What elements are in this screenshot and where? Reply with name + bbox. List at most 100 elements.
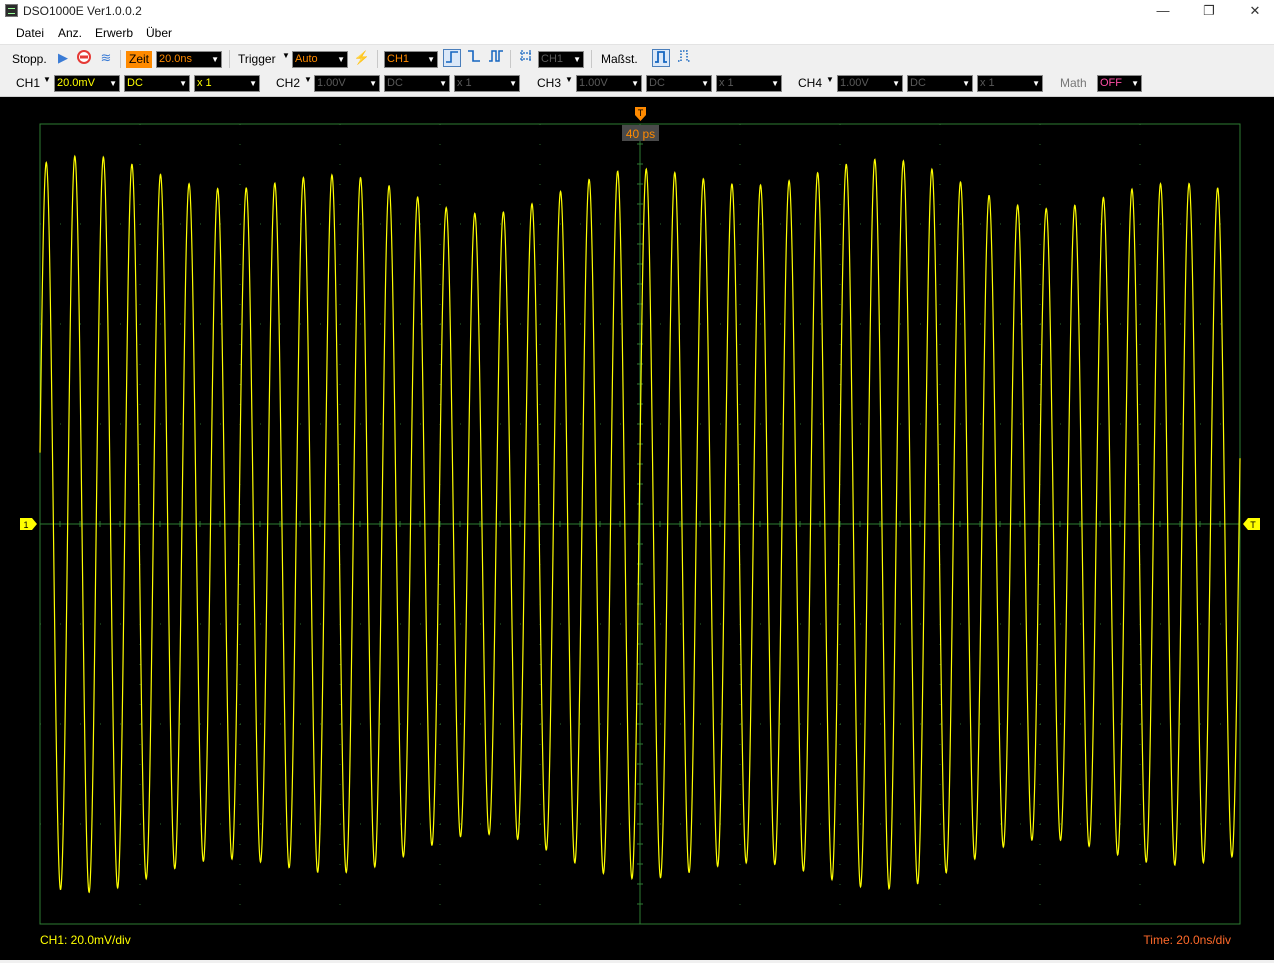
title-bar: DSO1000E Ver1.0.0.2 — ❐ ✕	[0, 0, 1274, 22]
trigger-level-marker[interactable]: T	[1243, 518, 1260, 530]
ch4-volts-select[interactable]: 1.00V ▼	[837, 75, 903, 92]
ch2-probe-select[interactable]: x 1 ▼	[454, 75, 520, 92]
chevron-down-icon: ▼	[179, 79, 187, 88]
chevron-down-icon: ▼	[427, 55, 435, 64]
trigger-offset-label: 40 ps	[626, 127, 655, 141]
math-state-select[interactable]: OFF ▼	[1097, 75, 1142, 92]
level-marker-glyph: T	[1250, 520, 1256, 530]
ch1-probe-value: x 1	[197, 77, 212, 89]
menu-datei[interactable]: Datei	[16, 26, 44, 40]
ch2-dropdown-icon[interactable]: ▼	[304, 75, 312, 84]
run-state-label: Stopp.	[12, 52, 47, 66]
scope-display[interactable]: T 40 ps 1 T CH1: 20.0mV/div Time: 20.0ns…	[0, 97, 1274, 960]
toolbar-divider	[510, 50, 511, 68]
menu-anz[interactable]: Anz.	[58, 26, 82, 40]
dots-measure-icon[interactable]	[675, 49, 693, 67]
ch1-volts-value: 20.0mV	[57, 77, 95, 89]
chevron-down-icon: ▼	[962, 79, 970, 88]
ch1-coupling-value: DC	[127, 77, 143, 89]
trigger-position-marker[interactable]: T	[635, 107, 646, 121]
waveform-icon[interactable]: ≋	[97, 49, 115, 67]
ch4-coupling-select[interactable]: DC ▼	[907, 75, 973, 92]
ch1-dropdown-icon[interactable]: ▼	[43, 75, 51, 84]
restore-button[interactable]: ❐	[1186, 0, 1232, 22]
ch3-probe-select[interactable]: x 1 ▼	[716, 75, 782, 92]
ch2-volts-value: 1.00V	[317, 77, 346, 89]
chevron-down-icon: ▼	[369, 79, 377, 88]
ch4-dropdown-icon[interactable]: ▼	[826, 75, 834, 84]
chevron-down-icon: ▼	[1131, 79, 1139, 88]
chevron-down-icon: ▼	[631, 79, 639, 88]
toolbar-divider	[591, 50, 592, 68]
cursor-channel-select[interactable]: CH1 ▼	[538, 51, 584, 68]
ch1-scale-readout: CH1: 20.0mV/div	[40, 933, 131, 947]
chevron-down-icon: ▼	[509, 79, 517, 88]
trigger-mode-select[interactable]: Auto ▼	[292, 51, 348, 68]
menu-bar: Datei Anz. Erwerb Über	[0, 22, 1274, 44]
chevron-down-icon: ▼	[892, 79, 900, 88]
chevron-down-icon: ▼	[109, 79, 117, 88]
chevron-down-icon: ▼	[573, 55, 581, 64]
channel-toolbar: CH1 ▼ 20.0mV ▼ DC ▼ x 1 ▼ CH2 ▼ 1.00V ▼ DC ▼ …	[0, 71, 1274, 97]
ch4-probe-select[interactable]: x 1 ▼	[977, 75, 1043, 92]
both-edges-icon[interactable]	[487, 49, 505, 67]
chevron-down-icon: ▼	[337, 55, 345, 64]
ch3-coupling-select[interactable]: DC ▼	[646, 75, 712, 92]
ch2-label: CH2	[276, 76, 301, 90]
measure-label: Maßst.	[601, 52, 638, 66]
ch4-coupling-value: DC	[910, 77, 926, 89]
toolbar-divider	[377, 50, 378, 68]
ch4-probe-value: x 1	[980, 77, 995, 89]
waveform-canvas: T 40 ps 1 T	[20, 107, 1260, 925]
ch3-probe-value: x 1	[719, 77, 734, 89]
ch1-probe-select[interactable]: x 1 ▼	[194, 75, 260, 92]
math-state-value: OFF	[1100, 77, 1122, 89]
force-trigger-icon[interactable]: ⚡	[353, 49, 371, 67]
pulse-measure-icon[interactable]	[652, 49, 670, 67]
cursor-icon[interactable]	[517, 49, 535, 67]
timebase-readout: Time: 20.0ns/div	[1143, 933, 1231, 947]
trigger-dropdown-icon[interactable]: ▼	[282, 51, 290, 60]
falling-edge-icon[interactable]	[465, 49, 483, 67]
chevron-down-icon: ▼	[439, 79, 447, 88]
rising-edge-icon[interactable]	[443, 49, 461, 67]
play-icon[interactable]: ▶	[54, 49, 72, 67]
minimize-button[interactable]: —	[1140, 0, 1186, 22]
chevron-down-icon: ▼	[1032, 79, 1040, 88]
ch1-volts-select[interactable]: 20.0mV ▼	[54, 75, 120, 92]
chevron-down-icon: ▼	[211, 55, 219, 64]
ch1-marker-glyph: 1	[23, 520, 28, 530]
toolbar-divider	[229, 50, 230, 68]
chevron-down-icon: ▼	[249, 79, 257, 88]
ch2-coupling-select[interactable]: DC ▼	[384, 75, 450, 92]
cursor-channel-value: CH1	[541, 53, 564, 65]
trigger-label: Trigger	[238, 52, 276, 66]
close-button[interactable]: ✕	[1232, 0, 1274, 22]
stop-icon[interactable]	[75, 49, 93, 67]
ch1-label: CH1	[16, 76, 41, 90]
app-icon	[5, 4, 18, 17]
trigger-marker-glyph: T	[638, 108, 644, 118]
ch1-coupling-select[interactable]: DC ▼	[124, 75, 190, 92]
menu-ueber[interactable]: Über	[146, 26, 172, 40]
ch4-volts-value: 1.00V	[840, 77, 869, 89]
chevron-down-icon: ▼	[771, 79, 779, 88]
ch3-coupling-value: DC	[649, 77, 665, 89]
trigger-mode-value: Auto	[295, 53, 318, 65]
ch1-ground-marker[interactable]: 1	[20, 518, 37, 530]
ch4-label: CH4	[798, 76, 823, 90]
menu-erwerb[interactable]: Erwerb	[95, 26, 133, 40]
ch2-probe-value: x 1	[457, 77, 472, 89]
trigger-source-select[interactable]: CH1 ▼	[384, 51, 438, 68]
ch3-dropdown-icon[interactable]: ▼	[565, 75, 573, 84]
main-toolbar: Stopp. ▶ ≋ Zeit 20.0ns ▼ Trigger ▼ Auto ▼ …	[0, 44, 1274, 72]
timebase-value: 20.0ns	[159, 53, 193, 65]
trigger-source-value: CH1	[387, 53, 410, 65]
math-label: Math	[1060, 76, 1087, 90]
zeit-label: Zeit	[126, 51, 153, 68]
ch3-label: CH3	[537, 76, 562, 90]
ch3-volts-select[interactable]: 1.00V ▼	[576, 75, 642, 92]
ch2-volts-select[interactable]: 1.00V ▼	[314, 75, 380, 92]
timebase-select[interactable]: 20.0ns ▼	[156, 51, 222, 68]
chevron-down-icon: ▼	[701, 79, 709, 88]
